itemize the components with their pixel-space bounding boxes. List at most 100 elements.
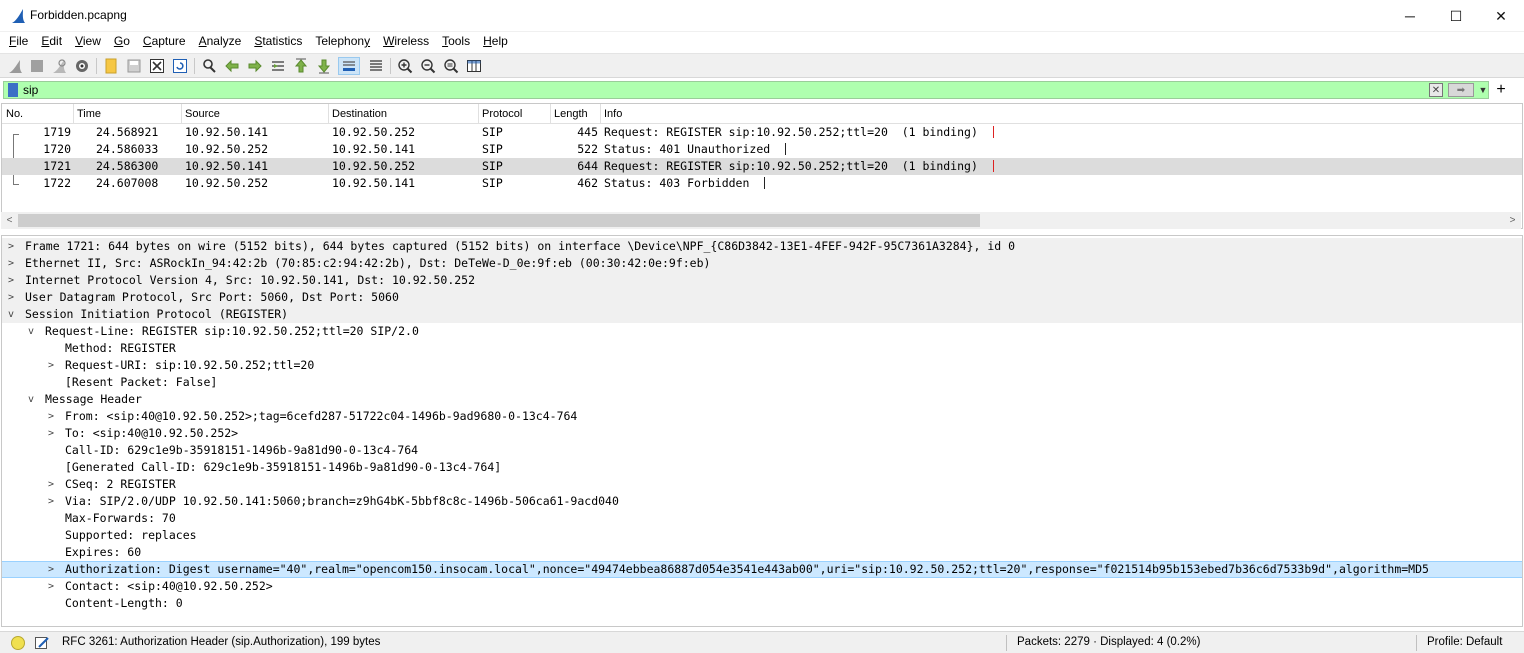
column-header-length[interactable]: Length: [554, 108, 588, 120]
chevron-right-icon[interactable]: >: [6, 272, 16, 289]
scroll-left-button[interactable]: <: [1, 212, 18, 229]
go-last-packet-button[interactable]: [315, 57, 333, 75]
auto-scroll-button[interactable]: [338, 57, 360, 75]
chevron-right-icon[interactable]: >: [46, 493, 56, 510]
menu-help[interactable]: Help: [483, 32, 508, 52]
bookmark-icon[interactable]: [8, 83, 18, 97]
menu-tools[interactable]: Tools: [442, 32, 470, 52]
colorize-button[interactable]: [367, 57, 385, 75]
tree-item-content-length[interactable]: Content-Length: 0: [2, 595, 1522, 612]
packet-list-hscrollbar[interactable]: < >: [1, 212, 1521, 229]
stop-capture-button[interactable]: [28, 57, 46, 75]
tree-item-contact[interactable]: > Contact: <sip:40@10.92.50.252>: [2, 578, 1522, 595]
menu-edit[interactable]: Edit: [41, 32, 62, 52]
menu-bar: File Edit View Go Capture Analyze Statis…: [0, 32, 1524, 52]
column-header-info[interactable]: Info: [604, 108, 622, 120]
chevron-right-icon[interactable]: >: [46, 408, 56, 425]
find-packet-button[interactable]: [200, 57, 218, 75]
tree-item-supported[interactable]: Supported: replaces: [2, 527, 1522, 544]
menu-view[interactable]: View: [75, 32, 101, 52]
go-first-packet-button[interactable]: [292, 57, 310, 75]
reload-file-button[interactable]: [171, 57, 189, 75]
menu-capture[interactable]: Capture: [143, 32, 186, 52]
packet-row[interactable]: 1722 24.607008 10.92.50.252 10.92.50.141…: [2, 175, 1522, 192]
chevron-right-icon[interactable]: >: [46, 578, 56, 595]
tree-item-frame[interactable]: > Frame 1721: 644 bytes on wire (5152 bi…: [2, 238, 1522, 255]
edit-comment-icon[interactable]: [34, 635, 50, 651]
main-toolbar: [0, 53, 1524, 78]
chevron-right-icon[interactable]: >: [6, 289, 16, 306]
restart-capture-button[interactable]: [50, 57, 68, 75]
clear-filter-button[interactable]: ✕: [1429, 83, 1443, 97]
column-header-no[interactable]: No.: [6, 108, 23, 120]
chevron-down-icon[interactable]: v: [26, 323, 36, 340]
chevron-down-icon[interactable]: v: [6, 306, 16, 323]
tree-item-method[interactable]: Method: REGISTER: [2, 340, 1522, 357]
filter-history-dropdown[interactable]: ▼: [1477, 83, 1489, 97]
minimize-button[interactable]: ─: [1387, 0, 1433, 32]
chevron-right-icon[interactable]: >: [46, 357, 56, 374]
tree-item-from[interactable]: > From: <sip:40@10.92.50.252>;tag=6cefd2…: [2, 408, 1522, 425]
tree-item-max-forwards[interactable]: Max-Forwards: 70: [2, 510, 1522, 527]
tree-item-call-id[interactable]: Call-ID: 629c1e9b-35918151-1496b-9a81d90…: [2, 442, 1522, 459]
zoom-in-button[interactable]: [396, 57, 414, 75]
menu-file[interactable]: File: [9, 32, 28, 52]
tree-item-ipv4[interactable]: > Internet Protocol Version 4, Src: 10.9…: [2, 272, 1522, 289]
chevron-right-icon[interactable]: >: [6, 238, 16, 255]
packet-row[interactable]: 1719 24.568921 10.92.50.141 10.92.50.252…: [2, 124, 1522, 141]
scroll-right-button[interactable]: >: [1504, 212, 1521, 229]
tree-item-authorization-selected[interactable]: > Authorization: Digest username="40",re…: [2, 561, 1522, 578]
add-filter-button[interactable]: +: [1494, 80, 1508, 100]
go-to-packet-button[interactable]: [269, 57, 287, 75]
packet-row[interactable]: 1720 24.586033 10.92.50.252 10.92.50.141…: [2, 141, 1522, 158]
tree-item-message-header[interactable]: v Message Header: [2, 391, 1522, 408]
column-header-source[interactable]: Source: [185, 108, 220, 120]
chevron-right-icon[interactable]: >: [6, 255, 16, 272]
tree-item-udp[interactable]: > User Datagram Protocol, Src Port: 5060…: [2, 289, 1522, 306]
tree-item-resent-packet[interactable]: [Resent Packet: False]: [2, 374, 1522, 391]
chevron-right-icon[interactable]: >: [46, 562, 56, 579]
tree-item-ethernet[interactable]: > Ethernet II, Src: ASRockIn_94:42:2b (7…: [2, 255, 1522, 272]
resize-columns-button[interactable]: [465, 57, 483, 75]
close-button[interactable]: ✕: [1478, 0, 1524, 32]
tree-item-request-uri[interactable]: > Request-URI: sip:10.92.50.252;ttl=20: [2, 357, 1522, 374]
menu-wireless[interactable]: Wireless: [383, 32, 429, 52]
maximize-button[interactable]: ☐: [1433, 0, 1479, 32]
open-file-button[interactable]: [102, 57, 120, 75]
tree-item-sip[interactable]: v Session Initiation Protocol (REGISTER): [2, 306, 1522, 323]
zoom-out-button[interactable]: [419, 57, 437, 75]
chevron-right-icon[interactable]: >: [46, 425, 56, 442]
save-file-button[interactable]: [125, 57, 143, 75]
menu-go[interactable]: Go: [114, 32, 130, 52]
column-header-time[interactable]: Time: [77, 108, 101, 120]
zoom-reset-icon: [444, 59, 459, 74]
packet-row-selected[interactable]: 1721 24.586300 10.92.50.141 10.92.50.252…: [2, 158, 1522, 175]
close-file-button[interactable]: [148, 57, 166, 75]
tree-item-cseq[interactable]: > CSeq: 2 REGISTER: [2, 476, 1522, 493]
apply-filter-button[interactable]: ➡: [1448, 83, 1474, 97]
tree-item-to[interactable]: > To: <sip:40@10.92.50.252>: [2, 425, 1522, 442]
go-back-button[interactable]: [223, 57, 241, 75]
tree-item-expires[interactable]: Expires: 60: [2, 544, 1522, 561]
scroll-thumb[interactable]: [18, 214, 980, 227]
close-file-icon: [150, 59, 164, 73]
menu-analyze[interactable]: Analyze: [199, 32, 242, 52]
capture-options-button[interactable]: [73, 57, 91, 75]
tree-item-via[interactable]: > Via: SIP/2.0/UDP 10.92.50.141:5060;bra…: [2, 493, 1522, 510]
menu-telephony[interactable]: Telephony: [315, 32, 370, 52]
zoom-reset-button[interactable]: [442, 57, 460, 75]
go-forward-button[interactable]: [246, 57, 264, 75]
menu-statistics[interactable]: Statistics: [254, 32, 302, 52]
column-header-protocol[interactable]: Protocol: [482, 108, 522, 120]
chevron-down-icon[interactable]: v: [26, 391, 36, 408]
display-filter-input[interactable]: sip: [23, 82, 38, 98]
start-capture-button[interactable]: [6, 57, 24, 75]
status-profile[interactable]: Profile: Default: [1427, 636, 1502, 648]
column-header-destination[interactable]: Destination: [332, 108, 387, 120]
chevron-right-icon[interactable]: >: [46, 476, 56, 493]
window-title: Forbidden.pcapng: [30, 8, 127, 22]
tree-item-request-line[interactable]: v Request-Line: REGISTER sip:10.92.50.25…: [2, 323, 1522, 340]
folder-icon: [105, 58, 117, 74]
expert-info-icon[interactable]: [11, 636, 25, 650]
tree-item-generated-call-id[interactable]: [Generated Call-ID: 629c1e9b-35918151-14…: [2, 459, 1522, 476]
